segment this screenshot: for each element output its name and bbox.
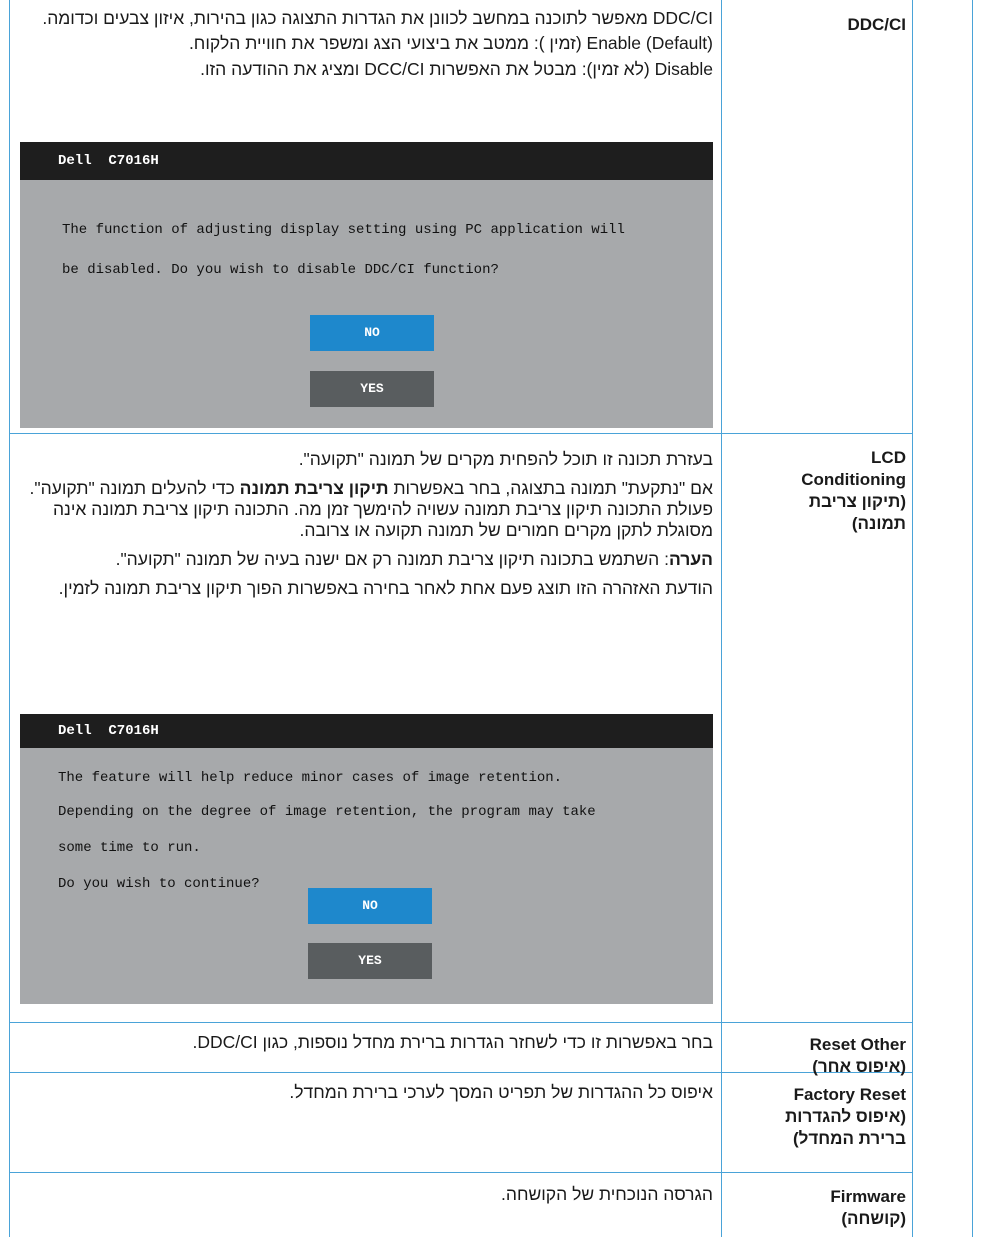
row-label-ddcci: DDC/CI	[720, 14, 906, 36]
table-border-right	[972, 0, 973, 1237]
desc-paragraph: איפוס כל ההגדרות של תפריט המסך לערכי ברי…	[289, 1082, 713, 1102]
row-label-text: תמונה)	[851, 514, 906, 533]
row-label-firmware: Firmware (קושחה)	[720, 1186, 906, 1230]
osd-yes-button[interactable]: YES	[308, 943, 432, 979]
osd-no-button[interactable]: NO	[310, 315, 434, 351]
desc-text: : השתמש בתכונה תיקון צריבת תמונה רק אם י…	[115, 549, 669, 569]
osd-message-line: The function of adjusting display settin…	[62, 222, 625, 238]
row-divider	[9, 1172, 913, 1173]
row-label-text: (קושחה)	[841, 1209, 906, 1228]
osd-message-line: Depending on the degree of image retenti…	[58, 804, 596, 820]
osd-dialog-lcd-conditioning: Dell C7016H The feature will help reduce…	[20, 714, 713, 1004]
row-divider	[9, 1022, 913, 1023]
osd-title-bar: Dell C7016H	[20, 142, 713, 180]
desc-paragraph: Disable (לא זמין): מבטל את האפשרות DCC/C…	[200, 59, 713, 79]
osd-yes-button[interactable]: YES	[310, 371, 434, 407]
column-divider-label	[912, 0, 913, 1237]
osd-dialog-ddcci: Dell C7016H The function of adjusting di…	[20, 142, 713, 428]
row-label-text: (איפוס להגדרות	[785, 1107, 906, 1126]
row-label-text: DDC/CI	[847, 15, 906, 34]
row-label-text: (איפוס אחר)	[812, 1057, 906, 1076]
desc-paragraph: אם "נתקעת" תמונה בתצוגה, בחר באפשרות תיק…	[20, 478, 714, 541]
desc-paragraph: הגרסה הנוכחית של הקושחה.	[501, 1184, 713, 1204]
row-desc-reset-other: בחר באפשרות זו כדי לשחזר הגדרות ברירת מח…	[20, 1032, 713, 1053]
row-label-lcd-conditioning: LCD Conditioning (תיקון צריבת תמונה)	[720, 447, 906, 535]
row-divider	[9, 433, 913, 434]
desc-paragraph: הערה: השתמש בתכונה תיקון צריבת תמונה רק …	[20, 549, 713, 570]
desc-paragraph: DDC/CI מאפשר לתוכנה במחשב לכוונן את הגדר…	[42, 8, 713, 28]
desc-paragraph: בעזרת תכונה זו תוכל להפחית מקרים של תמונ…	[298, 449, 713, 469]
desc-paragraph: Enable (Default) (זמין ): ממטב את ביצועי…	[188, 33, 713, 53]
row-label-text: ברירת המחדל)	[792, 1129, 906, 1148]
osd-no-button[interactable]: NO	[308, 888, 432, 924]
osd-message-line: The feature will help reduce minor cases…	[58, 770, 563, 786]
row-desc-firmware: הגרסה הנוכחית של הקושחה.	[20, 1184, 713, 1205]
row-label-text: Conditioning	[801, 470, 906, 489]
osd-message-line: some time to run.	[58, 840, 201, 856]
osd-title-bar: Dell C7016H	[20, 714, 713, 748]
desc-paragraph: בחר באפשרות זו כדי לשחזר הגדרות ברירת מח…	[192, 1032, 713, 1052]
row-label-text: Factory Reset	[793, 1085, 906, 1104]
desc-emphasis: תיקון צריבת תמונה	[239, 478, 389, 498]
row-label-text: Firmware	[830, 1187, 906, 1206]
row-label-text: LCD	[871, 448, 906, 467]
table-border-left	[9, 0, 10, 1237]
row-label-text: Reset Other	[809, 1035, 906, 1054]
row-label-factory-reset: Factory Reset (איפוס להגדרות ברירת המחדל…	[720, 1084, 906, 1150]
row-label-text: (תיקון צריבת	[808, 492, 906, 511]
osd-message-line: be disabled. Do you wish to disable DDC/…	[62, 262, 499, 278]
row-desc-factory-reset: איפוס כל ההגדרות של תפריט המסך לערכי ברי…	[20, 1082, 713, 1103]
desc-text: אם "נתקעת" תמונה בתצוגה, בחר באפשרות	[393, 478, 713, 498]
note-label: הערה	[668, 549, 713, 569]
osd-message-line: Do you wish to continue?	[58, 876, 260, 892]
desc-paragraph: הודעת האזהרה הזו תוצג פעם אחת לאחר בחירה…	[58, 578, 713, 598]
row-desc-lcd-conditioning: בעזרת תכונה זו תוכל להפחית מקרים של תמונ…	[20, 449, 714, 599]
row-desc-ddcci: DDC/CI מאפשר לתוכנה במחשב לכוונן את הגדר…	[20, 7, 713, 80]
row-label-reset-other: Reset Other (איפוס אחר)	[720, 1034, 906, 1078]
